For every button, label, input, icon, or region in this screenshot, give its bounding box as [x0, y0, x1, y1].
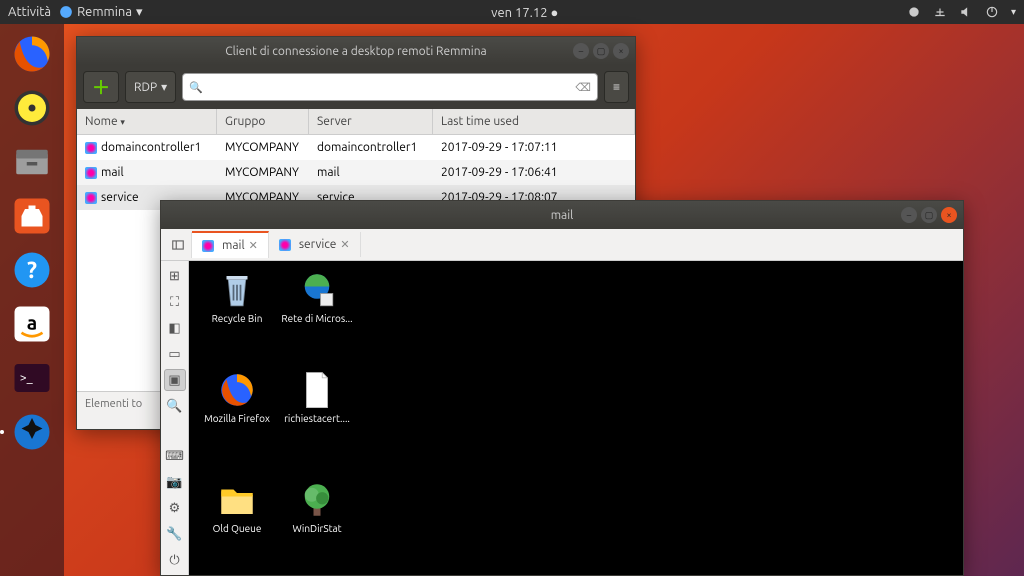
- tool-switch[interactable]: ◧: [164, 317, 186, 339]
- tab-toggle[interactable]: [165, 232, 192, 258]
- session-side-toolbar: ⊞ ⛶ ◧ ▭ ▣ 🔍 ⌨ 📷 ⚙ 🔧 ⏻: [161, 261, 189, 575]
- quick-connect-field[interactable]: 🔍 ⌫: [182, 73, 598, 101]
- folder-icon: [216, 479, 258, 521]
- panel-icon: [171, 238, 185, 252]
- power-icon[interactable]: [985, 5, 999, 19]
- maximize-button[interactable]: ▢: [921, 207, 937, 223]
- column-server[interactable]: Server: [309, 109, 433, 134]
- remmina-session-window: mail – ▢ × mail ✕ service ✕ ⊞ ⛶ ◧ ▭ ▣ 🔍: [160, 200, 964, 576]
- chevron-down-icon: ▾: [1011, 6, 1016, 18]
- desktop-icon-windirstat[interactable]: WinDirStat: [279, 479, 355, 535]
- svg-text:>_: >_: [20, 372, 34, 385]
- tool-preferences[interactable]: ⚙: [164, 497, 186, 519]
- tab-label: mail: [222, 239, 245, 252]
- icon-label: Mozilla Firefox: [199, 413, 275, 425]
- list-header: Nome ▾ Gruppo Server Last time used: [77, 109, 635, 135]
- launcher-files[interactable]: [8, 138, 56, 186]
- tool-search[interactable]: 🔍: [164, 395, 186, 417]
- tool-tools[interactable]: 🔧: [164, 523, 186, 545]
- icon-label: Old Queue: [199, 523, 275, 535]
- launcher: ? a >_: [0, 24, 64, 576]
- activities-button[interactable]: Attività: [8, 5, 51, 19]
- hamburger-menu[interactable]: ≡: [604, 71, 629, 103]
- recycle-bin-icon: [216, 269, 258, 311]
- desktop-icon-firefox[interactable]: Mozilla Firefox: [199, 369, 275, 425]
- svg-text:a: a: [27, 311, 37, 333]
- clear-icon[interactable]: ⌫: [575, 81, 591, 94]
- launcher-help[interactable]: ?: [8, 246, 56, 294]
- app-menu[interactable]: Remmina ▾: [59, 5, 142, 20]
- launcher-terminal[interactable]: >_: [8, 354, 56, 402]
- column-group[interactable]: Gruppo: [217, 109, 309, 134]
- chevron-down-icon: ▾: [161, 80, 167, 94]
- launcher-firefox[interactable]: [8, 30, 56, 78]
- toolbar: ＋ RDP ▾ 🔍 ⌫ ≡: [77, 65, 635, 109]
- desktop-icon-recycle-bin[interactable]: Recycle Bin: [199, 269, 275, 325]
- maximize-button[interactable]: ▢: [593, 43, 609, 59]
- minimize-button[interactable]: –: [573, 43, 589, 59]
- tool-resolution[interactable]: ⊞: [164, 265, 186, 287]
- connection-icon: [85, 167, 97, 179]
- protocol-selector[interactable]: RDP ▾: [125, 71, 176, 103]
- window-title: mail: [551, 209, 574, 222]
- tab-service[interactable]: service ✕: [269, 232, 361, 257]
- column-name[interactable]: Nome ▾: [77, 109, 217, 134]
- launcher-rhythmbox[interactable]: [8, 84, 56, 132]
- tab-mail[interactable]: mail ✕: [192, 231, 269, 258]
- tool-screenshot[interactable]: 📷: [164, 471, 186, 493]
- launcher-remmina[interactable]: [8, 408, 56, 456]
- icon-label: richiestacert....: [279, 413, 355, 425]
- document-icon: [296, 369, 338, 411]
- connection-icon: [85, 192, 97, 204]
- top-panel: Attività Remmina ▾ ven 17.12 ● ▾: [0, 0, 1024, 24]
- icon-label: WinDirStat: [279, 523, 355, 535]
- column-time[interactable]: Last time used: [433, 109, 635, 134]
- titlebar[interactable]: mail – ▢ ×: [161, 201, 963, 229]
- tool-disconnect[interactable]: ⏻: [164, 549, 186, 571]
- list-item[interactable]: domaincontroller1 MYCOMPANY domaincontro…: [77, 135, 635, 160]
- connection-icon: [202, 240, 214, 252]
- remmina-icon: [59, 5, 73, 19]
- indicator-remmina-icon[interactable]: [907, 5, 921, 19]
- network-icon[interactable]: [933, 5, 947, 19]
- tool-keyboard[interactable]: ⌨: [164, 445, 186, 467]
- launcher-amazon[interactable]: a: [8, 300, 56, 348]
- search-input[interactable]: [203, 81, 576, 94]
- volume-icon[interactable]: [959, 5, 973, 19]
- network-icon: [296, 269, 338, 311]
- desktop-icon-folder[interactable]: Old Queue: [199, 479, 275, 535]
- remote-desktop[interactable]: Recycle Bin Rete di Micros... Mozilla Fi…: [189, 261, 963, 575]
- desktop-icon-network[interactable]: Rete di Micros...: [279, 269, 355, 325]
- tool-fit[interactable]: ▣: [164, 369, 186, 391]
- search-icon: 🔍: [189, 81, 203, 94]
- close-icon[interactable]: ✕: [340, 238, 349, 251]
- chevron-down-icon: ▾: [120, 117, 125, 127]
- close-icon[interactable]: ✕: [249, 239, 258, 252]
- firefox-icon: [216, 369, 258, 411]
- windirstat-icon: [296, 479, 338, 521]
- clock[interactable]: ven 17.12 ●: [491, 6, 558, 20]
- list-item[interactable]: mail MYCOMPANY mail 2017-09-29 - 17:06:4…: [77, 160, 635, 185]
- minimize-button[interactable]: –: [901, 207, 917, 223]
- app-menu-label: Remmina: [77, 5, 132, 19]
- svg-text:?: ?: [27, 258, 37, 283]
- tool-fullscreen[interactable]: ⛶: [164, 291, 186, 313]
- tab-label: service: [299, 238, 337, 251]
- desktop-icon-document[interactable]: richiestacert....: [279, 369, 355, 425]
- titlebar[interactable]: Client di connessione a desktop remoti R…: [77, 37, 635, 65]
- tool-scale[interactable]: ▭: [164, 343, 186, 365]
- window-title: Client di connessione a desktop remoti R…: [225, 45, 486, 58]
- new-connection-button[interactable]: ＋: [83, 71, 119, 103]
- close-button[interactable]: ×: [941, 207, 957, 223]
- connection-icon: [279, 239, 291, 251]
- session-tabbar: mail ✕ service ✕: [161, 229, 963, 261]
- close-button[interactable]: ×: [613, 43, 629, 59]
- icon-label: Rete di Micros...: [279, 313, 355, 325]
- launcher-software[interactable]: [8, 192, 56, 240]
- icon-label: Recycle Bin: [199, 313, 275, 325]
- connection-icon: [85, 142, 97, 154]
